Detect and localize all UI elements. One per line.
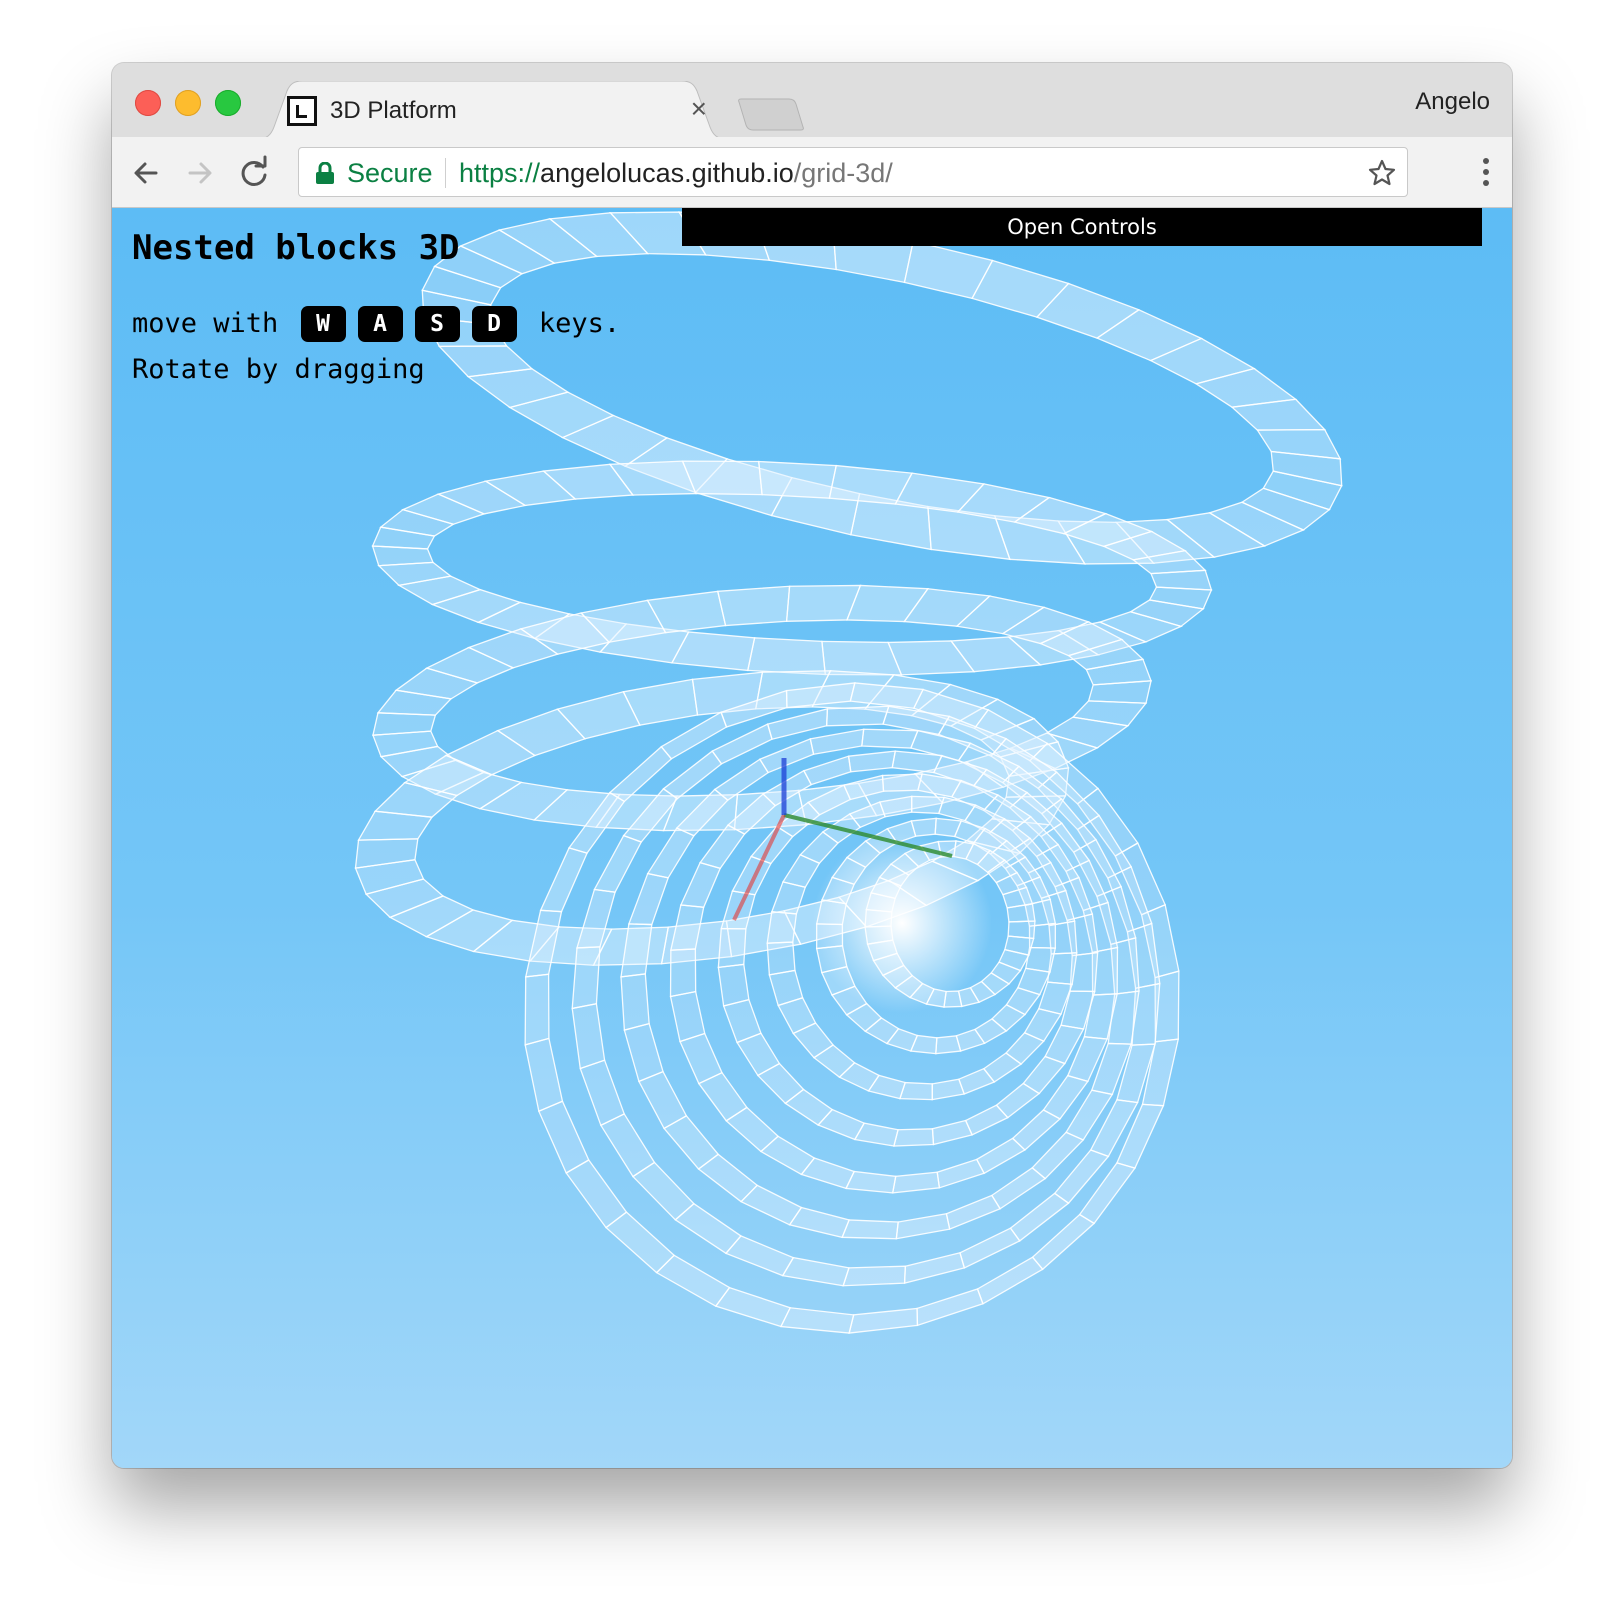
ring-segment [936, 1158, 986, 1189]
key-a: A [357, 306, 403, 342]
ring-segment [716, 585, 791, 627]
back-arrow-icon[interactable] [128, 155, 164, 191]
lock-icon [316, 162, 334, 184]
ring-segment [714, 1286, 792, 1328]
ring-segment [903, 1252, 966, 1284]
ring-segment [893, 1128, 935, 1147]
ring-segment [976, 1256, 1044, 1305]
address-bar[interactable]: Secure https://angelolucas.github.io/gri… [298, 147, 1408, 197]
ring-segment [895, 1213, 951, 1240]
ring-segment [910, 817, 937, 837]
forward-arrow-icon[interactable] [182, 155, 218, 191]
tab-content: 3D Platform × [287, 83, 717, 137]
star-icon[interactable] [1367, 158, 1397, 188]
key-w: W [300, 306, 346, 342]
ring-segment [935, 1035, 962, 1055]
instruction-suffix: keys. [538, 308, 621, 339]
ring-segment [845, 1170, 897, 1194]
close-icon[interactable]: × [691, 94, 707, 124]
move-instruction: move with WASD keys. [132, 306, 620, 342]
ring-segment [779, 1307, 855, 1334]
ring-segment [841, 1219, 899, 1240]
tab-title: 3D Platform [330, 97, 457, 124]
menu-dots-icon[interactable] [1482, 157, 1490, 187]
center-glow [812, 833, 992, 1013]
ring-segment [524, 973, 550, 1046]
ring-segment [524, 1037, 564, 1113]
key-d: D [471, 306, 517, 342]
ring-segment [842, 1265, 907, 1287]
ring-segment [620, 973, 650, 1031]
wireframe-ring [421, 211, 1343, 565]
zoom-window-button[interactable] [215, 90, 241, 116]
secure-label: Secure [347, 158, 433, 188]
url-host: angelolucas.github.io [540, 158, 794, 188]
address-divider [445, 158, 446, 188]
title-bar: 3D Platform × Angelo [112, 63, 1512, 139]
url-path: /grid-3d/ [793, 158, 893, 188]
3d-scene[interactable] [112, 208, 1512, 1468]
ring-segment [916, 1288, 984, 1327]
minimize-window-button[interactable] [175, 90, 201, 116]
ring-segment [931, 1119, 974, 1146]
close-window-button[interactable] [135, 90, 161, 116]
key-s: S [414, 306, 460, 342]
webgl-viewport[interactable]: Open Controls Nested blocks 3D move with… [112, 208, 1512, 1468]
ring-segment [959, 1227, 1021, 1269]
ring-segment [627, 872, 670, 926]
browser-window: 3D Platform × Angelo Secure https://ange… [112, 63, 1512, 1468]
url-text[interactable]: https://angelolucas.github.io/grid-3d/ [459, 157, 893, 189]
rotate-hint: Rotate by dragging [132, 354, 425, 385]
ring-segment [891, 1171, 941, 1194]
ring-segment [746, 637, 826, 676]
new-tab-button[interactable] [737, 97, 807, 131]
profile-name[interactable]: Angelo [1415, 87, 1490, 117]
instruction-prefix: move with [132, 308, 279, 339]
page-heading: Nested blocks 3D [132, 228, 460, 268]
browser-toolbar: Secure https://angelolucas.github.io/gri… [112, 137, 1512, 208]
reload-icon[interactable] [236, 155, 272, 191]
url-scheme: https:// [459, 158, 541, 188]
favicon-icon [287, 96, 317, 126]
ring-segment [931, 1078, 966, 1101]
ring-segment [802, 755, 852, 786]
ring-segment [945, 1194, 1002, 1231]
ring-segment [766, 941, 796, 976]
ring-segment [758, 737, 815, 774]
ring-segment [717, 963, 750, 1007]
ring-segment [788, 1206, 851, 1239]
ring-segment [781, 1256, 850, 1287]
ring-segment [848, 1307, 919, 1334]
ring-segment [758, 460, 838, 499]
open-controls-button[interactable]: Open Controls [682, 208, 1482, 246]
ring-segment [571, 1002, 606, 1070]
